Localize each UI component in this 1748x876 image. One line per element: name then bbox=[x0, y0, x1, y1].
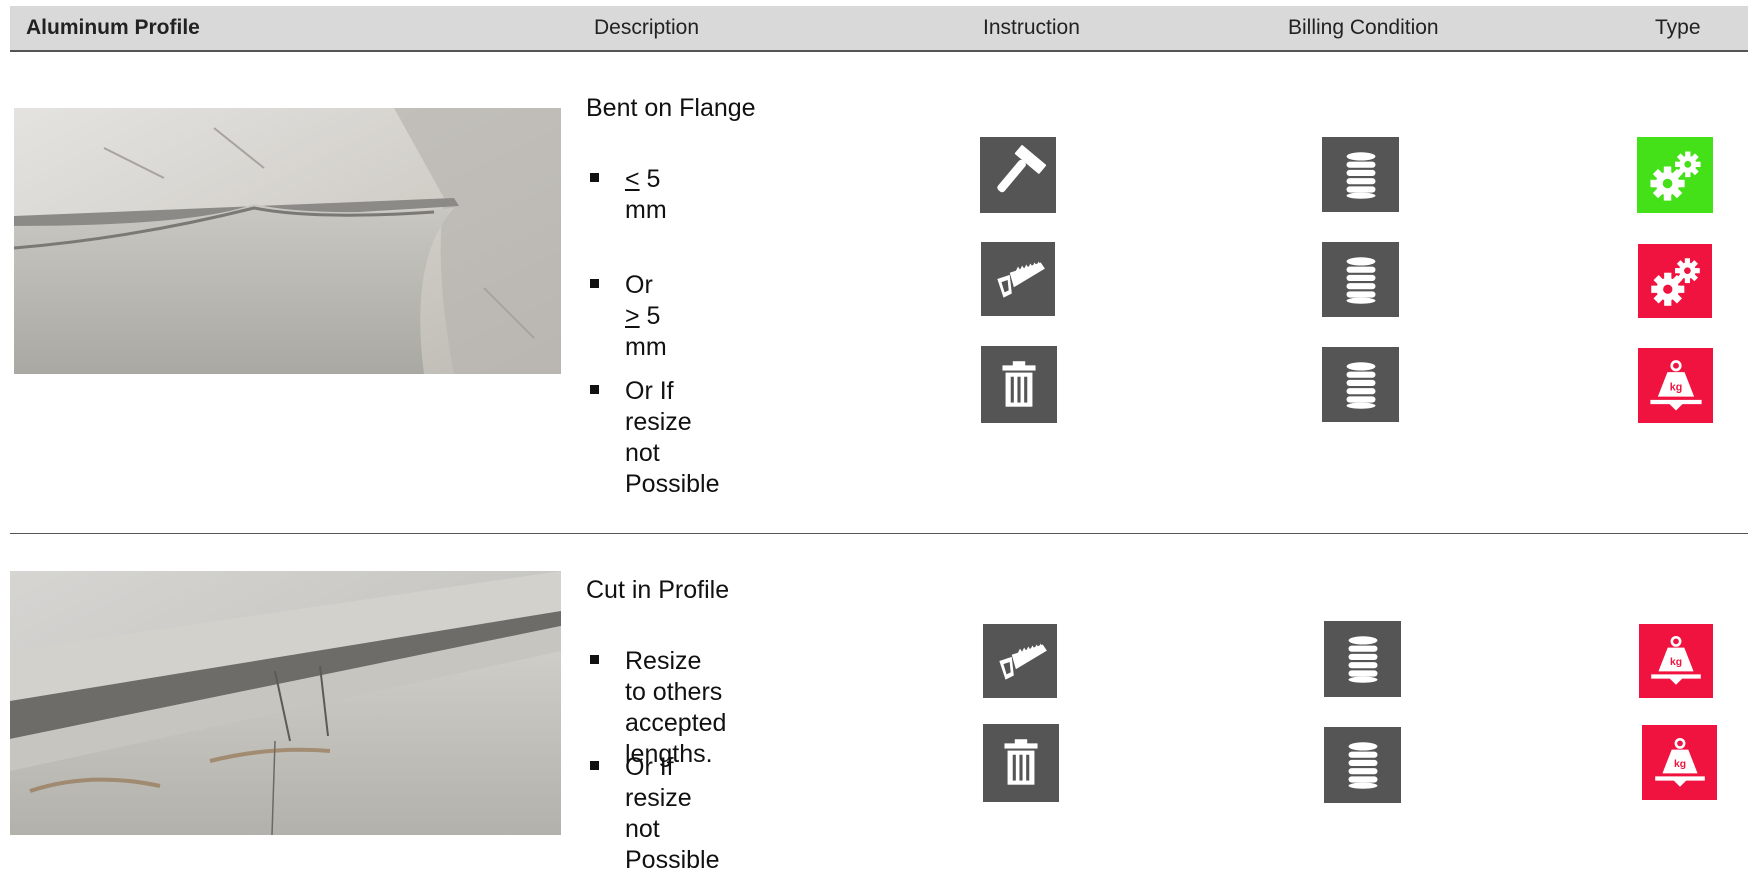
bullet-marker bbox=[590, 655, 599, 664]
bullet-marker bbox=[590, 761, 599, 770]
coin-stack-icon bbox=[1324, 621, 1401, 697]
bullet-marker bbox=[590, 173, 599, 182]
section-title: Bent on Flange bbox=[586, 94, 756, 122]
header-description: Description bbox=[594, 16, 700, 39]
item-symbol: < bbox=[625, 165, 640, 193]
kg-weight-icon bbox=[1642, 725, 1717, 800]
profile-photo-cut bbox=[10, 571, 561, 835]
trash-icon bbox=[983, 724, 1059, 802]
hammer-icon bbox=[980, 137, 1056, 213]
section-divider bbox=[10, 533, 1748, 534]
header-instruction: Instruction bbox=[983, 16, 1080, 39]
coin-stack-icon bbox=[1322, 347, 1399, 422]
item-symbol: > bbox=[625, 302, 640, 330]
item-prefix: Or bbox=[625, 271, 653, 299]
kg-weight-icon bbox=[1639, 624, 1713, 698]
header-billing-condition: Billing Condition bbox=[1288, 16, 1439, 39]
header-aluminum-profile: Aluminum Profile bbox=[26, 16, 200, 39]
saw-icon bbox=[983, 624, 1057, 698]
bullet-marker bbox=[590, 385, 599, 394]
bullet-marker bbox=[590, 279, 599, 288]
gears-icon bbox=[1637, 137, 1713, 213]
gears-icon bbox=[1638, 244, 1712, 318]
kg-weight-icon bbox=[1638, 348, 1713, 423]
item-text: Or If resize not Possible bbox=[625, 753, 720, 874]
table-header: Aluminum Profile Description Instruction… bbox=[10, 6, 1748, 52]
coin-stack-icon bbox=[1322, 242, 1399, 317]
trash-icon bbox=[981, 346, 1057, 423]
saw-icon bbox=[981, 242, 1055, 316]
coin-stack-icon bbox=[1324, 727, 1401, 803]
section-title: Cut in Profile bbox=[586, 576, 730, 604]
header-type: Type bbox=[1655, 16, 1701, 39]
item-text: Or If resize not Possible bbox=[625, 377, 720, 498]
item-text-line1: Resize to others accepted bbox=[625, 647, 727, 737]
coin-stack-icon bbox=[1322, 137, 1399, 212]
profile-photo-bent-flange bbox=[14, 108, 561, 374]
